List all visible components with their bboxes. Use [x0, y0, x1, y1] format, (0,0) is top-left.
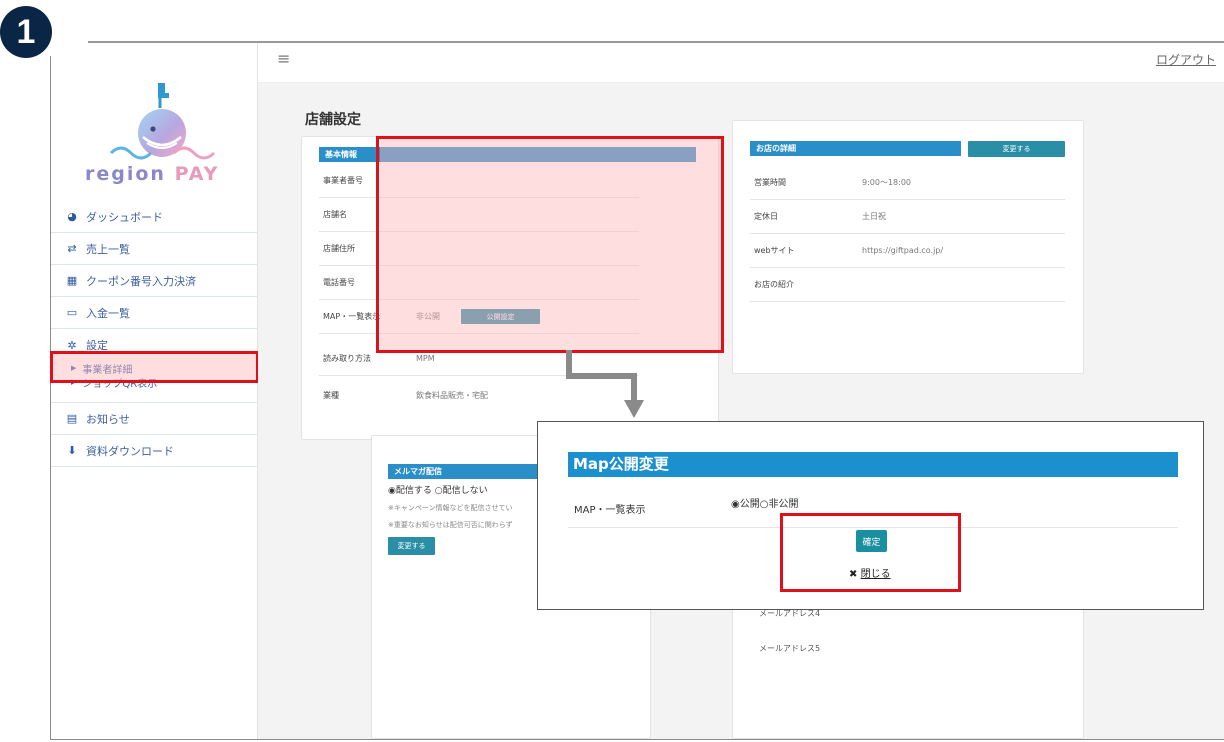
- sidebar-item-coupon[interactable]: ▦ クーポン番号入力決済: [51, 265, 258, 297]
- sidebar-item-deposits[interactable]: ▭ 入金一覧: [51, 297, 258, 329]
- mail-note-2: ※重要なお知らせは配信可否に関わらず: [388, 521, 513, 529]
- frame-bottom-line: [50, 739, 1224, 740]
- sidebar-item-downloads[interactable]: ⬇ 資料ダウンロード: [51, 435, 258, 467]
- modal-option-public-radio[interactable]: ◉公開: [731, 499, 760, 510]
- sidebar-item-dashboard[interactable]: ◕ ダッシュボード: [51, 201, 258, 233]
- basic-info-highlight-box: [376, 136, 724, 353]
- info-key: 読み取り方法: [323, 354, 371, 363]
- sidebar-item-news[interactable]: ▤ お知らせ: [51, 403, 258, 435]
- modal-actions-highlight-box: [780, 513, 961, 592]
- top-bar: ≡ ログアウト: [258, 43, 1224, 83]
- detail-value: https://giftpad.co.jp/: [862, 246, 944, 255]
- mail-options: ◉配信する ○配信しない: [388, 483, 488, 496]
- info-value: MPM: [416, 354, 435, 363]
- mail-note-1: ※キャンペーン情報などを配信させてい: [388, 504, 513, 512]
- step-badge: 1: [0, 6, 52, 58]
- sidebar-highlight-box: [50, 351, 259, 383]
- detail-row-holiday: 定休日 土日祝: [750, 200, 1065, 234]
- download-icon: ⬇: [67, 444, 77, 457]
- sidebar-item-label: ダッシュボード: [86, 210, 163, 224]
- modal-option-private-radio[interactable]: ○非公開: [760, 499, 799, 510]
- modal-title: Map公開変更: [568, 452, 1178, 477]
- detail-value: 土日祝: [862, 212, 886, 221]
- shop-details-edit-button[interactable]: 変更する: [968, 141, 1065, 157]
- info-row-industry: 業種 飲食料品販売・宅配: [319, 378, 639, 412]
- shop-details-card: お店の詳細 変更する 営業時間 9:00〜18:00 定休日 土日祝 webサイ…: [732, 120, 1084, 374]
- mail-option-off-radio[interactable]: ○配信しない: [435, 486, 488, 496]
- brand-name-part1: region: [85, 163, 166, 185]
- mail-change-button[interactable]: 変更する: [388, 537, 435, 555]
- sidebar: region PAY ◕ ダッシュボード ⇄ 売上一覧 ▦ クーポン番号入力決済…: [51, 43, 258, 739]
- main-content: 店舗設定 基本情報 事業者番号 店舗名 店舗住所 電話番号 MAP・一覧表示 非…: [258, 83, 1224, 739]
- logout-link[interactable]: ログアウト: [1156, 51, 1216, 68]
- modal-field-label: MAP・一覧表示: [574, 505, 646, 516]
- sidebar-item-label: 入金一覧: [86, 306, 130, 320]
- brand-name: region PAY: [85, 163, 235, 185]
- email-addresses-card: メールアドレス4 メールアドレス5: [732, 599, 1084, 739]
- sidebar-item-sales[interactable]: ⇄ 売上一覧: [51, 233, 258, 265]
- card-icon: ▭: [66, 306, 78, 319]
- hamburger-icon[interactable]: ≡: [277, 49, 290, 68]
- sidebar-item-label: クーポン番号入力決済: [86, 274, 196, 288]
- detail-key: 営業時間: [754, 178, 786, 187]
- arrow-stem-down: [631, 373, 637, 401]
- detail-row-intro: お店の紹介: [750, 268, 1065, 302]
- shop-details-header: お店の詳細: [750, 141, 961, 156]
- detail-row-hours: 営業時間 9:00〜18:00: [750, 166, 1065, 200]
- step-number: 1: [16, 12, 36, 51]
- sidebar-item-label: 資料ダウンロード: [86, 444, 174, 458]
- mail-option-on-radio[interactable]: ◉配信する: [388, 486, 432, 496]
- sidebar-nav: ◕ ダッシュボード ⇄ 売上一覧 ▦ クーポン番号入力決済 ▭ 入金一覧 ✲ 設…: [51, 201, 258, 467]
- detail-value: 9:00〜18:00: [862, 178, 912, 187]
- detail-row-website: webサイト https://giftpad.co.jp/: [750, 234, 1065, 268]
- modal-options: ◉公開○非公開: [731, 495, 798, 510]
- detail-key: お店の紹介: [754, 280, 794, 289]
- gear-icon: ✲: [67, 338, 77, 352]
- sidebar-item-label: 売上一覧: [86, 242, 130, 256]
- register-icon: ▦: [66, 274, 78, 287]
- info-key: 業種: [323, 390, 339, 400]
- exchange-icon: ⇄: [67, 242, 77, 255]
- info-value: 飲食料品販売・宅配: [416, 390, 488, 400]
- detail-key: webサイト: [754, 246, 795, 255]
- dashboard-icon: ◕: [67, 210, 77, 223]
- detail-key: 定休日: [754, 212, 778, 221]
- arrow-stem-horizontal: [566, 373, 637, 379]
- arrow-down-icon: [624, 400, 644, 418]
- email-5-label: メールアドレス5: [759, 644, 821, 653]
- page-title: 店舗設定: [305, 112, 361, 128]
- news-icon: ▤: [66, 412, 78, 425]
- brand-name-part2: PAY: [174, 163, 220, 185]
- sidebar-item-label: お知らせ: [86, 412, 130, 426]
